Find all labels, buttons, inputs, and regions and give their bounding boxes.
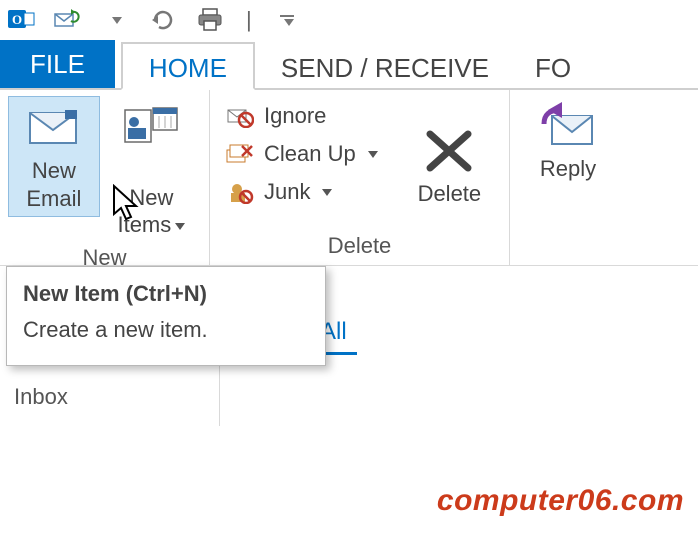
ignore-label: Ignore — [264, 103, 326, 129]
group-delete-label: Delete — [218, 231, 501, 263]
tab-folder[interactable]: FO — [515, 40, 597, 88]
folder-inbox[interactable]: Inbox — [14, 384, 68, 410]
ribbon-group-respond: Reply — [510, 90, 698, 265]
tooltip-new-item: New Item (Ctrl+N) Create a new item. — [6, 266, 326, 366]
qat-customize-button[interactable] — [270, 3, 304, 37]
chevron-down-icon — [284, 19, 294, 26]
chevron-down-icon — [112, 17, 122, 24]
new-items-button[interactable]: New Items — [102, 96, 201, 243]
ignore-icon — [224, 102, 256, 130]
ignore-button[interactable]: Ignore — [218, 100, 384, 132]
new-items-icon — [121, 100, 181, 152]
junk-label: Junk — [264, 179, 310, 205]
qat-print-button[interactable] — [194, 3, 228, 37]
ribbon: New Email New Items — [0, 90, 698, 266]
svg-text:O: O — [12, 12, 22, 27]
new-email-label: New Email — [26, 157, 81, 212]
delete-button[interactable]: Delete — [398, 96, 501, 231]
qat-send-receive-button[interactable] — [50, 3, 84, 37]
ribbon-tabs: FILE HOME SEND / RECEIVE FO — [0, 40, 698, 90]
title-bar: O | — [0, 0, 698, 40]
new-items-label: New Items — [117, 156, 185, 239]
cleanup-icon — [224, 140, 256, 168]
qat-undo-button[interactable] — [146, 3, 180, 37]
chevron-down-icon — [368, 151, 378, 158]
tab-send-receive[interactable]: SEND / RECEIVE — [255, 40, 515, 88]
outlook-app-icon: O — [6, 5, 36, 35]
reply-icon — [536, 96, 600, 156]
chevron-down-icon — [322, 189, 332, 196]
reply-label: Reply — [540, 156, 596, 182]
cleanup-label: Clean Up — [264, 141, 356, 167]
mail-icon — [24, 101, 84, 153]
ribbon-group-delete: Ignore Clean Up Junk — [210, 90, 510, 265]
junk-icon — [224, 178, 256, 206]
qat-dropdown-button[interactable] — [98, 3, 132, 37]
ribbon-group-new: New Email New Items — [0, 90, 210, 265]
delete-x-icon — [417, 121, 481, 181]
chevron-down-icon — [175, 223, 185, 230]
junk-button[interactable]: Junk — [218, 176, 384, 208]
group-respond-label — [518, 231, 698, 263]
reply-button[interactable]: Reply — [518, 96, 618, 182]
tooltip-description: Create a new item. — [23, 317, 309, 343]
new-email-button[interactable]: New Email — [8, 96, 100, 217]
tab-home[interactable]: HOME — [121, 42, 255, 90]
tooltip-title: New Item (Ctrl+N) — [23, 281, 309, 307]
cleanup-button[interactable]: Clean Up — [218, 138, 384, 170]
qat-separator: | — [242, 7, 256, 33]
tab-file[interactable]: FILE — [0, 40, 115, 88]
watermark-text: computer06.com — [437, 484, 684, 518]
delete-label: Delete — [418, 181, 482, 207]
content-area: Inbox Sea All New Item (Ctrl+N) Create a… — [0, 266, 698, 426]
